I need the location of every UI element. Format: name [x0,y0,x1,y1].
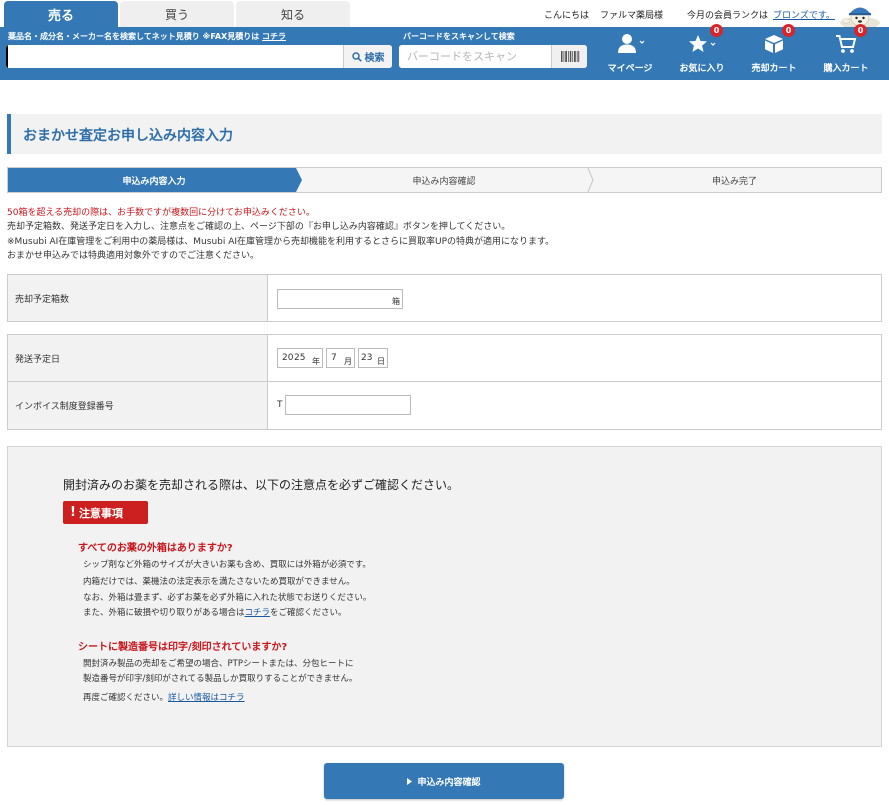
nav-mypage[interactable]: マイページ [604,27,656,80]
barcode-input[interactable] [399,45,551,68]
damage-info-link[interactable]: コチラ [245,608,271,618]
boxes-input[interactable] [278,290,402,308]
step-3: 申込み完了 [711,176,757,187]
day-input[interactable] [359,349,377,367]
boxes-row: 売却予定箱数 箱 [8,275,881,321]
confirm-submit-button[interactable]: 申込み内容確認 [324,763,564,799]
box-icon [765,35,783,53]
page-title-box: おまかせ査定お申し込み内容入力 [7,114,882,154]
boxes-label: 売却予定箱数 [8,275,268,321]
caution-chip-label: 注意事項 [78,506,123,520]
nav-mypage-label: マイページ [607,64,653,74]
step-2: 申込み内容確認 [412,176,476,187]
search-bar-region: 薬品名・成分名・メーカー名を検索してネット見積り ※FAX見積りは コチラ 検索… [0,24,889,80]
answer-line: なお、外箱は畳まず、必ずお薬を必ず外箱に入れた状態でお送りください。 [83,592,372,603]
search-box: 検索 [6,45,392,68]
fax-quote-link[interactable]: コチラ [262,32,286,41]
instruction-line: 売却予定箱数、発送予定日を入力し、注意点をご確認の上、ページ下部の『お申し込み内… [7,222,511,233]
invoice-input-wrap [285,395,411,415]
ship-date-field-cell: 20 年 月 日 [269,335,881,381]
answer-outer-box: シップ剤など外箱のサイズが大きいお薬も含め、買取には外箱が必須です。 内箱だけで… [83,558,371,621]
search-icon [351,51,362,62]
answer-line: また、外箱に破損や切り取りがある場合はコチラをご確認ください。 [83,607,347,618]
nav-favorites-label: お気に入り [679,64,725,74]
tab-buy[interactable]: 買う [120,1,234,27]
boxes-unit: 箱 [392,297,400,306]
boxes-field-cell: 箱 [269,275,881,321]
barcode-label: バーコードをスキャンして検索 [403,32,515,41]
nav-sell-cart-label: 売却カート [751,64,797,74]
site-header: 売る 買う 知る こんにちは ファルマ薬局様 今月の会員ランクは ブロンズです。… [0,0,889,80]
step-1-current: 申込み内容入力 [122,176,186,187]
buy-cart-badge: 0 [854,24,867,37]
details-link[interactable]: 詳しい情報はコチラ [168,693,245,703]
favorites-badge: 0 [710,24,723,37]
shipping-table: 発送予定日 20 年 月 日 インボイス制度登録番号 T [7,334,882,430]
answer-line: 再度ご確認ください。詳しい情報はコチラ [83,692,245,703]
step-indicator: 申込み内容入力 申込み内容確認 申込み完了 [7,167,882,193]
year-input[interactable] [292,349,310,367]
invoice-input[interactable] [286,396,410,414]
greeting-text: こんにちは [544,11,590,21]
omakase-note: おまかせ申込みでは特典適用対象外ですのでご注意ください。 [7,250,260,261]
search-button[interactable]: 検索 [343,45,392,68]
answer-line: 内箱だけでは、薬機法の法定表示を満たさないため買取ができません。 [83,577,355,588]
boxes-table: 売却予定箱数 箱 [7,274,882,322]
musubi-note: ※Musubi AI在庫管理をご利用中の薬局様は、Musubi AI在庫管理から… [7,236,555,247]
tab-learn[interactable]: 知る [236,1,350,27]
search-button-label: 検索 [364,53,385,64]
month-input-wrap: 月 [326,348,355,368]
year-input-wrap: 20 年 [277,348,323,368]
boxes-input-wrap [277,289,403,309]
day-unit: 日 [377,357,385,366]
invoice-row: インボイス制度登録番号 T [8,382,881,429]
month-input[interactable] [327,349,343,367]
caution-chip: ! 注意事項 [63,501,148,524]
question-outer-box: すべてのお薬の外箱はありますか? [78,543,233,554]
nav-sell-cart[interactable]: 0 売却カート [748,24,800,80]
caution-panel: 開封済みのお薬を売却される際は、以下の注意点を必ずご確認ください。 ! 注意事項… [7,446,882,747]
answer-lot-number: 開封済み製品の売却をご希望の場合、PTPシートまたは、分包ヒートに 製造番号が印… [83,657,357,706]
barcode-scan-button[interactable] [551,45,587,68]
cart-icon [836,35,857,53]
invoice-prefix: T [277,400,283,410]
search-input[interactable] [6,45,342,68]
nav-buy-cart-label: 購入カート [823,64,869,74]
nav-buy-cart[interactable]: 0 購入カート [820,24,872,80]
instruction-notes: 50箱を超える売却の際は、お手数ですが複数回に分けてお申込みください。 売却予定… [7,206,554,263]
user-icon [618,34,645,53]
sell-cart-badge: 0 [782,24,795,37]
day-input-wrap: 日 [358,348,388,368]
rank-link[interactable]: ブロンズです。 [773,8,835,21]
star-icon [689,35,716,52]
triangle-right-icon [407,777,413,785]
answer-line: 製造番号が印字/刻印がされてる製品しか買取りすることができません。 [83,674,358,685]
barcode-box [399,45,587,68]
caution-lead: 開封済みのお薬を売却される際は、以下の注意点を必ずご確認ください。 [63,478,460,492]
answer-line: 開封済み製品の売却をご希望の場合、PTPシートまたは、分包ヒートに [83,659,354,669]
confirm-submit-label: 申込み内容確認 [417,777,481,788]
year-unit: 年 [312,357,320,366]
user-name: ファルマ薬局様 [600,11,664,21]
tab-sell[interactable]: 売る [4,1,118,27]
nav-favorites[interactable]: 0 お気に入り [676,24,728,80]
box-limit-warning: 50箱を超える売却の際は、お手数ですが複数回に分けてお申込みください。 [7,208,315,218]
search-label: 薬品名・成分名・メーカー名を検索してネット見積り ※FAX見積りは コチラ [8,32,287,41]
page-title: おまかせ査定お申し込み内容入力 [23,128,233,144]
exclamation-icon: ! [70,505,76,520]
ship-date-label: 発送予定日 [8,335,268,381]
ship-date-row: 発送予定日 20 年 月 日 [8,335,881,382]
invoice-field-cell: T [269,382,881,429]
invoice-label: インボイス制度登録番号 [8,382,268,429]
mode-tabs: 売る 買う 知る [4,1,350,27]
barcode-icon [560,51,579,62]
rank-label: 今月の会員ランクは [687,11,769,21]
answer-line: シップ剤など外箱のサイズが大きいお薬も含め、買取には外箱が必須です。 [83,560,371,570]
month-unit: 月 [344,357,352,366]
question-lot-number: シートに製造番号は印字/刻印されていますか? [78,642,288,653]
